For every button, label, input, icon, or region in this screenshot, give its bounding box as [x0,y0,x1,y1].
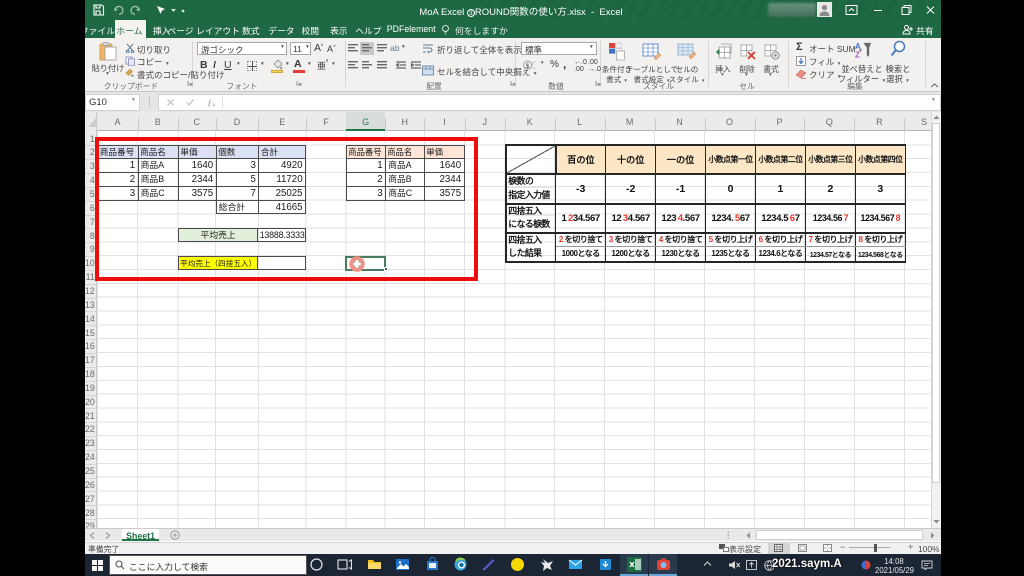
svg-text:x: x [212,101,216,107]
svg-text:$: $ [526,62,530,69]
svg-text:f: f [208,99,212,107]
svg-text:Z: Z [855,51,860,59]
